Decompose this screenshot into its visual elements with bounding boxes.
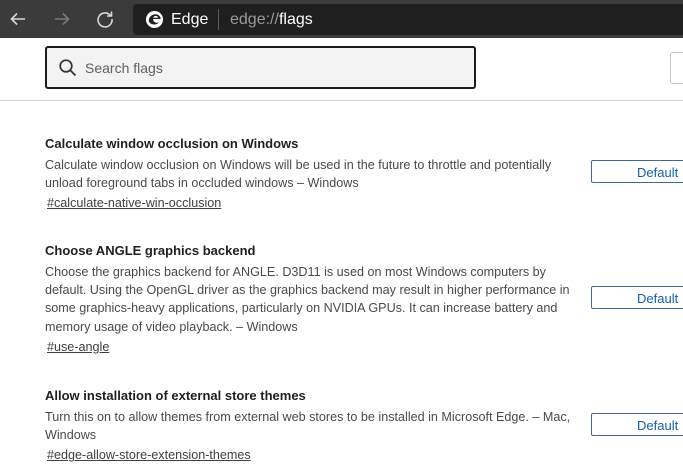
url-text[interactable]: edge://flags	[230, 10, 313, 29]
search-box[interactable]	[45, 46, 476, 89]
flag-select[interactable]: Default	[591, 160, 683, 183]
flag-item: Choose ANGLE graphics backend Choose the…	[45, 243, 585, 356]
flag-item: Calculate window occlusion on Windows Ca…	[45, 136, 585, 212]
address-bar[interactable]: Edge edge://flags	[133, 4, 683, 35]
flag-link[interactable]: #calculate-native-win-occlusion	[47, 195, 221, 211]
flag-description: Calculate window occlusion on Windows wi…	[45, 158, 552, 191]
flag-link[interactable]: #edge-allow-store-extension-themes	[47, 447, 251, 463]
url-host: flags	[278, 11, 313, 28]
browser-name: Edge	[171, 11, 209, 28]
flag-description: Choose the graphics backend for ANGLE. D…	[45, 265, 570, 334]
refresh-icon	[97, 11, 113, 28]
refresh-button[interactable]	[91, 5, 119, 33]
edge-logo-icon	[145, 10, 164, 29]
url-scheme: edge://	[230, 11, 279, 28]
flag-title: Calculate window occlusion on Windows	[45, 136, 299, 151]
back-icon	[10, 12, 25, 26]
flag-description: Turn this on to allow themes from extern…	[45, 410, 571, 443]
flag-item: Allow installation of external store the…	[45, 388, 585, 464]
flag-select[interactable]: Default	[591, 413, 683, 436]
address-divider	[218, 9, 219, 30]
forward-icon	[55, 12, 70, 26]
flag-select[interactable]: Default	[591, 286, 683, 309]
flag-title: Allow installation of external store the…	[45, 388, 306, 403]
flags-header	[0, 38, 683, 101]
back-button[interactable]	[4, 5, 32, 33]
forward-button[interactable]	[48, 5, 76, 33]
browser-toolbar: Edge edge://flags	[0, 0, 683, 38]
search-input[interactable]	[83, 54, 467, 82]
flag-title: Choose ANGLE graphics backend	[45, 243, 256, 258]
reset-all-button[interactable]	[670, 52, 683, 84]
previous-flag-link-clipped	[47, 99, 283, 102]
search-icon	[59, 59, 77, 77]
flag-link[interactable]: #use-angle	[47, 339, 109, 355]
